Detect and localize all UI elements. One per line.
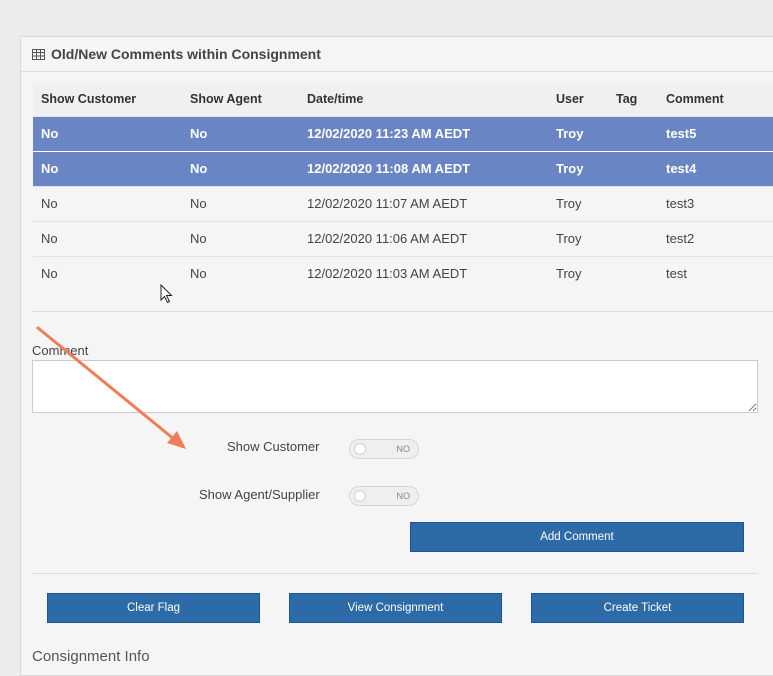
show-customer-label: Show Customer [227,439,320,454]
cell-show-customer: No [33,150,182,186]
cell-show-agent: No [182,255,299,291]
column-header-show-customer[interactable]: Show Customer [33,83,182,117]
cell-tag [608,255,658,291]
cell-tag [608,150,658,186]
table-row[interactable]: No No 12/02/2020 11:23 AM AEDT Troy test5 [33,115,773,151]
cell-comment: test5 [658,115,773,151]
cell-comment: test [658,255,773,291]
table-row[interactable]: No No 12/02/2020 11:03 AM AEDT Troy test [33,255,773,291]
cell-user: Troy [548,255,608,291]
column-header-user[interactable]: User [548,83,608,117]
cell-show-customer: No [33,220,182,256]
show-agent-label: Show Agent/Supplier [199,487,320,502]
toggle-knob [354,443,366,455]
cell-show-customer: No [33,115,182,151]
cell-show-agent: No [182,150,299,186]
column-header-comment[interactable]: Comment [658,83,773,117]
column-header-show-agent[interactable]: Show Agent [182,83,299,117]
table-row[interactable]: No No 12/02/2020 11:06 AM AEDT Troy test2 [33,220,773,256]
panel-heading: Old/New Comments within Consignment [21,37,773,72]
cell-comment: test4 [658,150,773,186]
section-divider [32,573,758,574]
cell-datetime: 12/02/2020 11:23 AM AEDT [299,115,548,151]
show-customer-toggle[interactable]: NO [349,439,419,459]
cell-comment: test3 [658,185,773,221]
cell-datetime: 12/02/2020 11:03 AM AEDT [299,255,548,291]
table-header-row: Show Customer Show Agent Date/time User … [33,83,773,117]
table-divider [33,311,773,312]
panel-title: Old/New Comments within Consignment [51,46,321,62]
cell-user: Troy [548,115,608,151]
table-row[interactable]: No No 12/02/2020 11:07 AM AEDT Troy test3 [33,185,773,221]
cell-datetime: 12/02/2020 11:07 AM AEDT [299,185,548,221]
cell-show-customer: No [33,185,182,221]
mouse-cursor-icon [160,284,173,304]
cell-user: Troy [548,150,608,186]
cell-tag [608,220,658,256]
cell-show-agent: No [182,115,299,151]
annotation-arrow-icon [36,326,186,449]
column-header-datetime[interactable]: Date/time [299,83,548,117]
toggle-state: NO [396,444,411,454]
add-comment-button[interactable]: Add Comment [410,522,744,552]
table-row[interactable]: No No 12/02/2020 11:08 AM AEDT Troy test4 [33,150,773,186]
show-agent-toggle[interactable]: NO [349,486,419,506]
toggle-state: NO [396,491,411,501]
cell-tag [608,115,658,151]
toggle-knob [354,490,366,502]
comments-table: Show Customer Show Agent Date/time User … [33,83,773,291]
cell-show-agent: No [182,220,299,256]
create-ticket-button[interactable]: Create Ticket [531,593,744,623]
cell-comment: test2 [658,220,773,256]
cell-datetime: 12/02/2020 11:08 AM AEDT [299,150,548,186]
view-consignment-button[interactable]: View Consignment [289,593,502,623]
consignment-info-title: Consignment Info [32,648,150,665]
column-header-tag[interactable]: Tag [608,83,658,117]
cell-user: Troy [548,220,608,256]
cell-user: Troy [548,185,608,221]
table-icon [32,48,45,60]
cell-tag [608,185,658,221]
cell-datetime: 12/02/2020 11:06 AM AEDT [299,220,548,256]
cell-show-agent: No [182,185,299,221]
clear-flag-button[interactable]: Clear Flag [47,593,260,623]
